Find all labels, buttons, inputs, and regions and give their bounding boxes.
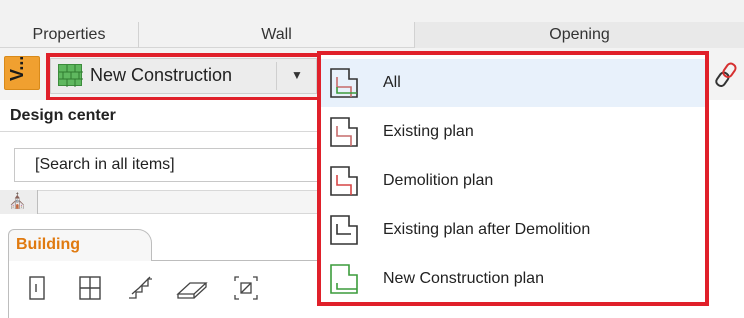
building-tool-row (8, 260, 320, 318)
door-icon[interactable] (24, 274, 52, 302)
slab-icon[interactable] (176, 274, 208, 302)
plan-new-construction-icon (329, 263, 363, 295)
home-icon: ⛪ (8, 193, 27, 210)
plan-all-icon (329, 67, 363, 99)
tab-building-label: Building (16, 236, 80, 253)
dropdown-item-demolition-plan[interactable]: Demolition plan (321, 157, 705, 205)
zone-icon[interactable] (232, 274, 260, 302)
dropdown-item-label: All (383, 74, 401, 91)
v-dots-icon: V... (7, 56, 27, 81)
dropdown-item-label: New Construction plan (383, 270, 544, 287)
tab-wall[interactable]: Wall (138, 22, 414, 48)
plan-existing-icon (329, 116, 363, 148)
design-center-title: Design center (10, 107, 116, 124)
dropdown-item-all[interactable]: All (321, 59, 705, 107)
window-icon[interactable] (76, 274, 104, 302)
chain-link-icon[interactable] (712, 60, 740, 88)
v-menu-button[interactable]: V... (4, 56, 40, 90)
dropdown-item-label: Existing plan after Demolition (383, 221, 591, 238)
dropdown-item-label: Demolition plan (383, 172, 494, 189)
plan-existing-after-demolition-icon (329, 214, 363, 246)
highlight-frame-combo (46, 53, 321, 101)
breadcrumb (0, 190, 320, 214)
tab-opening[interactable]: Opening (414, 22, 744, 48)
panel-divider (0, 131, 320, 132)
dropdown-item-existing-plan[interactable]: Existing plan (321, 108, 705, 156)
tab-properties[interactable]: Properties (0, 22, 138, 48)
dropdown-item-new-construction-plan[interactable]: New Construction plan (321, 255, 705, 303)
plan-demolition-icon (329, 165, 363, 197)
dropdown-item-existing-after-demolition[interactable]: Existing plan after Demolition (321, 206, 705, 254)
svg-text:V...: V... (7, 57, 27, 81)
search-input[interactable]: [Search in all items] (14, 148, 318, 182)
dropdown-item-label: Existing plan (383, 123, 474, 140)
stair-icon[interactable] (126, 274, 154, 302)
